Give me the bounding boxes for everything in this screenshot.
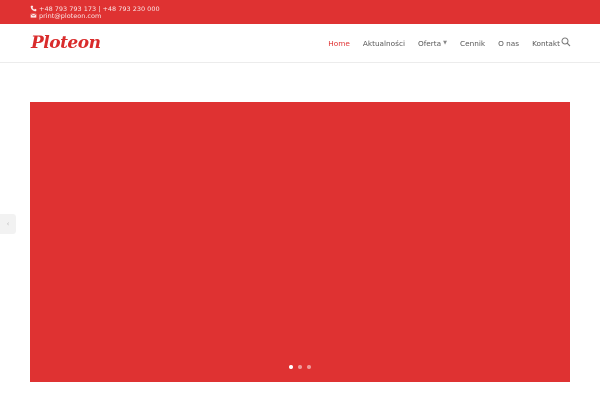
search-icon[interactable]: [561, 37, 571, 47]
nav-item-cennik[interactable]: Cennik: [460, 39, 485, 48]
top-bar: +48 793 793 173 | +48 793 230 000 print@…: [0, 0, 600, 24]
side-tab-handle[interactable]: ‹: [0, 214, 16, 234]
nav-item-aktualnosci[interactable]: Aktualności: [363, 39, 405, 48]
nav-item-label: Kontakt: [532, 38, 560, 48]
site-logo[interactable]: Ploteon: [31, 32, 101, 54]
slider-pagination: [30, 365, 570, 369]
nav-item-kontakt[interactable]: Kontakt: [532, 39, 560, 48]
main-nav: Home Aktualności Oferta ▼ Cennik O nas K…: [328, 24, 560, 62]
nav-item-label: Aktualności: [362, 38, 405, 48]
nav-item-oferta[interactable]: Oferta ▼: [418, 39, 447, 48]
email-contact: print@ploteon.com: [30, 11, 101, 20]
nav-item-label: Home: [328, 38, 350, 48]
nav-item-label: O nas: [498, 38, 520, 48]
chevron-left-icon: ‹: [6, 220, 10, 228]
slider-dot-1[interactable]: [289, 365, 293, 369]
nav-item-o-nas[interactable]: O nas: [498, 39, 519, 48]
nav-item-home[interactable]: Home: [328, 39, 350, 48]
email-address[interactable]: print@ploteon.com: [39, 12, 101, 20]
site-header: Ploteon Home Aktualności Oferta ▼ Cennik…: [0, 24, 600, 63]
chevron-down-icon: ▼: [443, 40, 447, 46]
slider-dot-3[interactable]: [307, 365, 311, 369]
nav-item-label: Cennik: [460, 38, 486, 48]
slider-dot-2[interactable]: [298, 365, 302, 369]
nav-item-label: Oferta: [418, 38, 442, 48]
hero-slider[interactable]: [30, 102, 570, 382]
envelope-icon: [30, 12, 37, 19]
